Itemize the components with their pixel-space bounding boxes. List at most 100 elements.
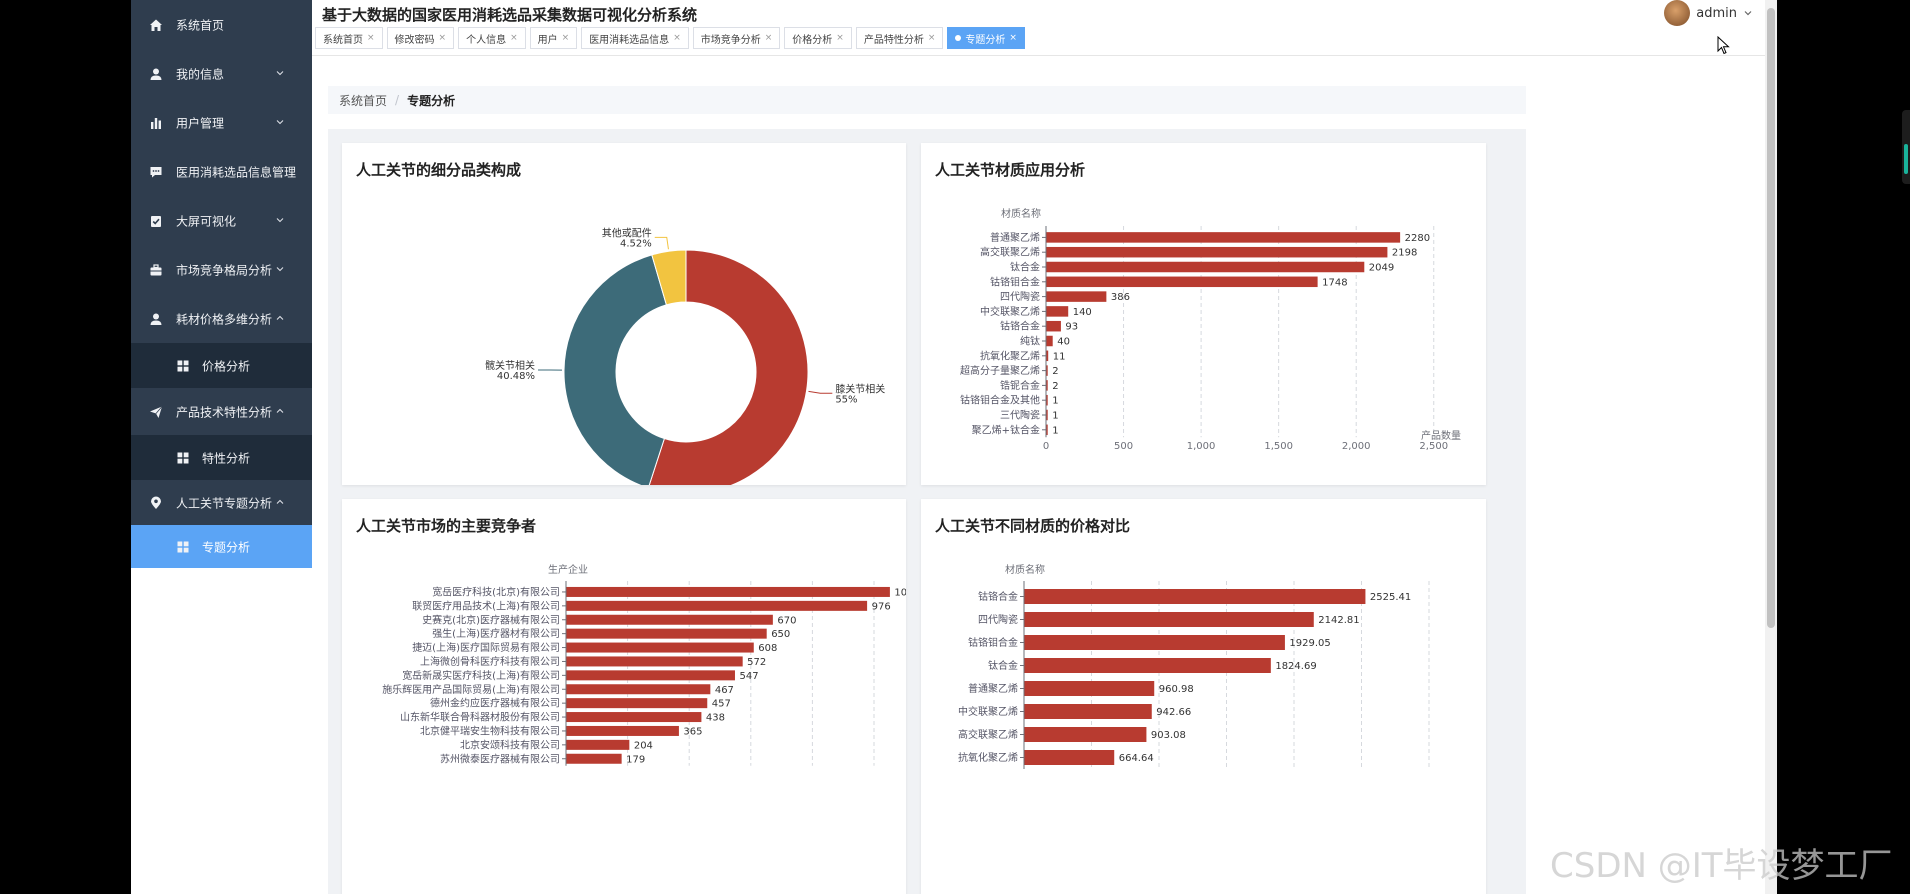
y-category-label: 中交联聚乙烯 bbox=[980, 305, 1040, 318]
chevron-down-icon[interactable] bbox=[1743, 8, 1753, 18]
y-category-label: 北京健平瑞安生物科技有限公司 bbox=[420, 724, 560, 737]
sidebar-item-label: 系统首页 bbox=[176, 18, 225, 32]
user-icon bbox=[150, 313, 162, 325]
y-axis-title: 材质名称 bbox=[1005, 563, 1045, 576]
x-tick-label: 2,000 bbox=[1342, 441, 1371, 452]
bar bbox=[1046, 380, 1048, 391]
sidebar-item-7[interactable]: 价格分析 bbox=[131, 343, 312, 388]
tab-1[interactable]: 修改密码 × bbox=[386, 27, 455, 49]
sidebar-item-10[interactable]: 人工关节专题分析 bbox=[131, 480, 312, 525]
chevron-down-icon[interactable] bbox=[275, 68, 285, 78]
bar-value-label: 457 bbox=[712, 699, 731, 710]
sidebar-item-8[interactable]: 产品技术特性分析 bbox=[131, 388, 312, 435]
chevron-up-icon[interactable] bbox=[275, 497, 285, 507]
bar-chart-icon bbox=[151, 117, 161, 129]
sidebar-item-0[interactable]: 系统首页 bbox=[131, 0, 312, 49]
bar bbox=[566, 725, 679, 736]
briefcase-icon bbox=[150, 263, 162, 275]
chevron-up-icon[interactable] bbox=[275, 406, 285, 416]
sidebar-item-label: 专题分析 bbox=[202, 540, 251, 554]
bar bbox=[566, 753, 622, 764]
close-icon[interactable]: × bbox=[367, 33, 375, 43]
x-tick-label: 500 bbox=[1114, 441, 1133, 452]
bar-value-label: 467 bbox=[715, 685, 734, 696]
edge-widget[interactable] bbox=[1902, 110, 1910, 184]
pie-label-percent: 4.52% bbox=[620, 238, 652, 249]
sidebar-item-9[interactable]: 特性分析 bbox=[131, 435, 312, 480]
bar-value-label: 1 bbox=[1052, 425, 1058, 436]
close-icon[interactable]: × bbox=[673, 33, 681, 43]
tab-7[interactable]: 产品特性分析 × bbox=[855, 27, 944, 49]
pie-label-line bbox=[654, 236, 669, 250]
x-tick-label: 0 bbox=[1043, 441, 1049, 452]
bar-value-label: 2049 bbox=[1369, 263, 1394, 274]
username[interactable]: admin bbox=[1696, 6, 1737, 21]
tab-label: 系统首页 bbox=[323, 34, 363, 46]
tab-4[interactable]: 医用消耗选品信息 × bbox=[581, 27, 689, 49]
donut-chart: 膝关节相关55%髋关节相关40.48%其他或配件4.52%膝关节相关髋关节相关其… bbox=[485, 226, 885, 485]
close-icon[interactable]: × bbox=[836, 33, 844, 43]
y-category-label: 钛合金 bbox=[1010, 261, 1040, 274]
y-category-label: 普通聚乙烯 bbox=[968, 682, 1018, 695]
breadcrumb-current: 专题分析 bbox=[407, 93, 456, 108]
tab-6[interactable]: 价格分析 × bbox=[784, 27, 852, 49]
scrollbar[interactable] bbox=[1765, 0, 1777, 894]
chevron-down-icon[interactable] bbox=[275, 215, 285, 225]
bar-value-label: 572 bbox=[747, 657, 766, 668]
close-icon[interactable]: × bbox=[928, 33, 936, 43]
bar-value-label: 11 bbox=[1053, 351, 1066, 362]
y-category-label: 施乐辉医用产品国际贸易(上海)有限公司 bbox=[382, 683, 560, 696]
close-icon[interactable]: × bbox=[562, 33, 570, 43]
breadcrumb-home[interactable]: 系统首页 bbox=[339, 92, 387, 109]
screen: 系统首页 我的信息 用户管理 医用消耗选品信息管理 大屏可视化 市场竞争格局分析 耗材价格多… bbox=[0, 0, 1910, 894]
sidebar-item-4[interactable]: 大屏可视化 bbox=[131, 196, 312, 245]
bar-value-label: 960.98 bbox=[1159, 684, 1194, 695]
price-bar-chart: 材质名称钴铬合金 2525.41 四代陶瓷 2142.81 钴铬钼合金 1929.05 钛合… bbox=[958, 563, 1430, 769]
bar-value-label: 438 bbox=[706, 713, 725, 724]
scrollbar-thumb[interactable] bbox=[1767, 8, 1775, 628]
sidebar-item-5[interactable]: 市场竞争格局分析 bbox=[131, 245, 312, 294]
bar-value-label: 903.08 bbox=[1151, 730, 1186, 741]
sidebar-item-1[interactable]: 我的信息 bbox=[131, 49, 312, 98]
y-category-label: 聚乙烯+钛合金 bbox=[972, 423, 1040, 436]
sidebar-item-11[interactable]: 专题分析 bbox=[131, 525, 312, 568]
bar-value-label: 650 bbox=[771, 629, 790, 640]
tab-3[interactable]: 用户 × bbox=[529, 27, 578, 49]
bar-value-label: 2 bbox=[1052, 381, 1058, 392]
sidebar-item-label: 价格分析 bbox=[202, 359, 251, 373]
close-icon[interactable]: × bbox=[439, 33, 447, 43]
bar bbox=[1024, 704, 1152, 719]
chevron-up-icon[interactable] bbox=[275, 313, 285, 323]
material-bar-chart: 0 500 1,000 1,500 2,000 2,500 材质名称产品数量 普通聚乙烯 228… bbox=[960, 207, 1461, 452]
bar bbox=[566, 684, 711, 695]
sidebar-item-label: 特性分析 bbox=[202, 451, 251, 465]
bar-value-label: 2198 bbox=[1392, 248, 1417, 259]
tab-5[interactable]: 市场竞争分析 × bbox=[692, 27, 781, 49]
y-category-label: 苏州微泰医疗器械有限公司 bbox=[440, 752, 560, 765]
bar-value-label: 2525.41 bbox=[1370, 592, 1411, 603]
close-icon[interactable]: × bbox=[1009, 33, 1017, 43]
y-category-label: 钴铬合金 bbox=[1000, 320, 1040, 333]
chevron-down-icon[interactable] bbox=[275, 117, 285, 127]
tab-label: 修改密码 bbox=[394, 34, 435, 46]
close-icon[interactable]: × bbox=[765, 33, 773, 43]
panel-category-composition: 人工关节的细分品类构成 膝关节相关 55% 髋关节相关 40.48% 其他或配件 4.52… bbox=[342, 143, 906, 485]
sidebar-item-6[interactable]: 耗材价格多维分析 bbox=[131, 294, 312, 343]
tab-bar: 系统首页 × 修改密码 × 个人信息 × 用户 × 医用消耗选品信息 × 市场竞争分析 × 价格分析 × 产… bbox=[315, 27, 1025, 49]
sidebar-item-3[interactable]: 医用消耗选品信息管理 bbox=[131, 147, 312, 196]
tab-0[interactable]: 系统首页 × bbox=[315, 27, 383, 49]
sidebar-item-2[interactable]: 用户管理 bbox=[131, 98, 312, 147]
edge-widget-indicator bbox=[1904, 144, 1908, 174]
clipboard-check-icon bbox=[151, 215, 161, 227]
user-menu[interactable]: admin bbox=[1664, 0, 1753, 26]
chevron-down-icon[interactable] bbox=[275, 264, 285, 274]
tab-8[interactable]: 专题分析 × bbox=[947, 27, 1025, 49]
user-icon bbox=[150, 68, 162, 80]
tab-label: 专题分析 bbox=[965, 34, 1006, 46]
close-icon[interactable]: × bbox=[510, 33, 518, 43]
y-category-label: 上海微创骨科医疗科技有限公司 bbox=[420, 655, 560, 668]
bar bbox=[566, 712, 702, 723]
y-category-label: 锆铌合金 bbox=[1000, 379, 1040, 392]
tab-2[interactable]: 个人信息 × bbox=[458, 27, 526, 49]
avatar[interactable] bbox=[1664, 0, 1691, 26]
